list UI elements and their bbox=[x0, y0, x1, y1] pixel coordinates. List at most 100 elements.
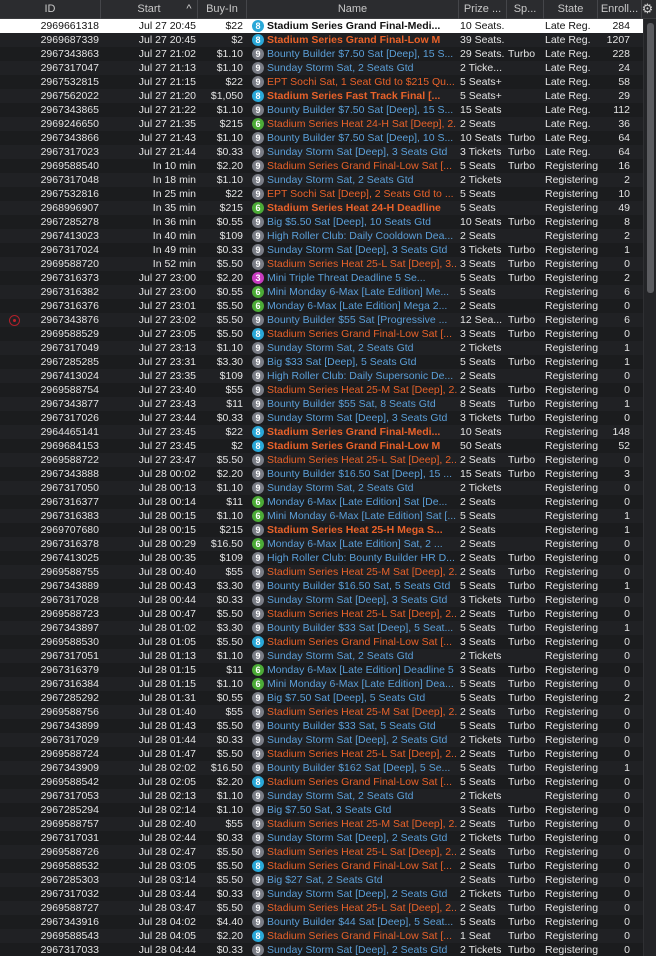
table-row[interactable]: 2967316382 Jul 27 23:00 $0.55 6 Mini Monday … bbox=[0, 285, 643, 299]
table-row[interactable]: 2967343889 Jul 28 00:43 $3.30 9 Bounty Build… bbox=[0, 579, 643, 593]
table-row[interactable]: 2968996907 In 35 min $215 6 Stadium Series H… bbox=[0, 201, 643, 215]
column-header-prize[interactable]: Prize ... bbox=[459, 0, 507, 19]
table-row[interactable]: 2967316377 Jul 28 00:14 $11 6 Monday 6-Max [… bbox=[0, 495, 643, 509]
table-row[interactable]: 2969588757 Jul 28 02:40 $55 9 Stadium Series… bbox=[0, 817, 643, 831]
cell-state: Late Reg. bbox=[545, 20, 591, 32]
table-row[interactable]: 2969588756 Jul 28 01:40 $55 9 Stadium Series… bbox=[0, 705, 643, 719]
table-row[interactable]: 2967317028 Jul 28 00:44 $0.33 9 Sunday Storm… bbox=[0, 593, 643, 607]
table-row[interactable]: 2969588755 Jul 28 00:40 $55 9 Stadium Series… bbox=[0, 565, 643, 579]
table-row[interactable]: 2967317048 In 18 min $1.10 9 Sunday Storm Sa… bbox=[0, 173, 643, 187]
table-row[interactable]: 2967317047 Jul 27 21:13 $1.10 9 Sunday Storm… bbox=[0, 61, 643, 75]
table-row[interactable]: 2967316378 Jul 28 00:29 $16.50 6 Monday 6-Ma… bbox=[0, 537, 643, 551]
table-row[interactable]: 2967343899 Jul 28 01:43 $5.50 9 Bounty Build… bbox=[0, 719, 643, 733]
table-row[interactable]: 2967316383 Jul 28 00:15 $1.10 6 Mini Monday … bbox=[0, 509, 643, 523]
table-row[interactable]: 2969588720 In 52 min $5.50 9 Stadium Series … bbox=[0, 257, 643, 271]
table-row[interactable]: 2967317033 Jul 28 04:44 $0.33 9 Sunday Storm… bbox=[0, 943, 643, 956]
table-row[interactable]: 2969588530 Jul 28 01:05 $5.50 8 Stadium Seri… bbox=[0, 635, 643, 649]
table-row[interactable]: 2969588754 Jul 27 23:40 $55 9 Stadium Series… bbox=[0, 383, 643, 397]
cell-state: Registering bbox=[545, 258, 598, 270]
table-row[interactable]: 2967317023 Jul 27 21:44 $0.33 9 Sunday Storm… bbox=[0, 145, 643, 159]
table-row[interactable]: 2967317026 Jul 27 23:44 $0.33 9 Sunday Storm… bbox=[0, 411, 643, 425]
cell-state: Registering bbox=[545, 482, 598, 494]
cell-state: Registering bbox=[545, 846, 598, 858]
table-row[interactable]: 2964465141 Jul 27 23:45 $22 8 Stadium Series… bbox=[0, 425, 643, 439]
tournament-name: Bounty Builder $16.50 Sat [Deep], 15 ... bbox=[267, 468, 453, 480]
table-row[interactable]: 2967343876 Jul 27 23:02 $5.50 9 Bounty Build… bbox=[0, 313, 643, 327]
table-row[interactable]: 2969684153 Jul 27 23:45 $2 8 Stadium Series … bbox=[0, 439, 643, 453]
cell-prize: 3 Seats bbox=[460, 328, 496, 340]
table-row[interactable]: 2967285294 Jul 28 02:14 $1.10 9 Big $7.50 Sa… bbox=[0, 803, 643, 817]
table-row[interactable]: 2967317053 Jul 28 02:13 $1.10 9 Sunday Storm… bbox=[0, 789, 643, 803]
table-row[interactable]: 2967343909 Jul 28 02:02 $16.50 9 Bounty Buil… bbox=[0, 761, 643, 775]
scrollbar-thumb[interactable] bbox=[647, 23, 654, 293]
table-row[interactable]: 2967413024 Jul 27 23:35 $109 9 High Roller C… bbox=[0, 369, 643, 383]
cell-prize: 2 Seats bbox=[460, 230, 496, 242]
table-row[interactable]: 2967343866 Jul 27 21:43 $1.10 9 Bounty Build… bbox=[0, 131, 643, 145]
table-row[interactable]: 2969588723 Jul 28 00:47 $5.50 9 Stadium Seri… bbox=[0, 607, 643, 621]
table-row[interactable]: 2967413023 In 40 min $109 9 High Roller Club… bbox=[0, 229, 643, 243]
table-row[interactable]: 2967317029 Jul 28 01:44 $0.33 9 Sunday Storm… bbox=[0, 733, 643, 747]
cell-start: Jul 27 23:43 bbox=[138, 398, 196, 410]
table-row[interactable]: 2967316379 Jul 28 01:15 $11 6 Monday 6-Max [… bbox=[0, 663, 643, 677]
table-row[interactable]: 2967285278 In 36 min $0.55 9 Big $5.50 Sat [… bbox=[0, 215, 643, 229]
cell-id: 2967316383 bbox=[40, 510, 99, 522]
cell-state: Registering bbox=[545, 916, 598, 928]
table-row[interactable]: 2967316384 Jul 28 01:15 $1.10 6 Mini Monday … bbox=[0, 677, 643, 691]
table-row[interactable]: 2967316373 Jul 27 23:00 $2.20 3 Mini Triple … bbox=[0, 271, 643, 285]
table-row[interactable]: 2967343916 Jul 28 04:02 $4.40 9 Bounty Build… bbox=[0, 915, 643, 929]
column-header-name[interactable]: Name bbox=[247, 0, 459, 19]
table-row[interactable]: 2969661318 Jul 27 20:45 $22 8 Stadium Series… bbox=[0, 19, 643, 33]
table-row[interactable]: 2967285303 Jul 28 03:14 $5.50 9 Big $27 Sat,… bbox=[0, 873, 643, 887]
table-row[interactable]: 2967343863 Jul 27 21:02 $1.10 9 Bounty Build… bbox=[0, 47, 643, 61]
table-row[interactable]: 2967317049 Jul 27 23:13 $1.10 9 Sunday Storm… bbox=[0, 341, 643, 355]
table-row[interactable]: 2967317050 Jul 28 00:13 $1.10 9 Sunday Storm… bbox=[0, 481, 643, 495]
table-row[interactable]: 2967285285 Jul 27 23:31 $3.30 9 Big $33 Sat … bbox=[0, 355, 643, 369]
table-row[interactable]: 2969588722 Jul 27 23:47 $5.50 9 Stadium Seri… bbox=[0, 453, 643, 467]
table-row[interactable]: 2969246650 Jul 27 21:35 $215 6 Stadium Serie… bbox=[0, 117, 643, 131]
table-row[interactable]: 2969588529 Jul 27 23:05 $5.50 8 Stadium Seri… bbox=[0, 327, 643, 341]
table-row[interactable]: 2967285292 Jul 28 01:31 $0.55 9 Big $7.50 Sa… bbox=[0, 691, 643, 705]
table-row[interactable]: 2967343897 Jul 28 01:02 $3.30 9 Bounty Build… bbox=[0, 621, 643, 635]
table-row[interactable]: 2967317031 Jul 28 02:44 $0.33 9 Sunday Storm… bbox=[0, 831, 643, 845]
table-row[interactable]: 2967413025 Jul 28 00:35 $109 9 High Roller C… bbox=[0, 551, 643, 565]
cell-enroll: 36 bbox=[618, 118, 630, 130]
tournament-lobby-list: ID Start ^ Buy-In Name Prize ... Sp... S… bbox=[0, 0, 656, 956]
table-row[interactable]: 2967343865 Jul 27 21:22 $1.10 9 Bounty Build… bbox=[0, 103, 643, 117]
table-row[interactable]: 2969588540 In 10 min $2.20 9 Stadium Series … bbox=[0, 159, 643, 173]
table-row[interactable]: 2967317051 Jul 28 01:13 $1.10 9 Sunday Storm… bbox=[0, 649, 643, 663]
table-row[interactable]: 2969588727 Jul 28 03:47 $5.50 9 Stadium Seri… bbox=[0, 901, 643, 915]
vertical-scrollbar[interactable] bbox=[643, 19, 656, 956]
table-row[interactable]: 2969588532 Jul 28 03:05 $5.50 8 Stadium Seri… bbox=[0, 859, 643, 873]
cell-buyin: $11 bbox=[226, 398, 243, 410]
cell-prize: 2 Tickets bbox=[460, 734, 502, 746]
table-row[interactable]: 2967317032 Jul 28 03:44 $0.33 9 Sunday Storm… bbox=[0, 887, 643, 901]
table-row[interactable]: 2967317024 In 49 min $0.33 9 Sunday Storm Sa… bbox=[0, 243, 643, 257]
tournament-name: EPT Sochi Sat, 1 Seat Gtd to $215 Qu... bbox=[267, 76, 455, 88]
table-row[interactable]: 2969707680 Jul 28 00:15 $215 9 Stadium Serie… bbox=[0, 523, 643, 537]
table-row[interactable]: 2967343877 Jul 27 23:43 $11 9 Bounty Builder… bbox=[0, 397, 643, 411]
table-row[interactable]: 2969687339 Jul 27 20:45 $2 8 Stadium Series … bbox=[0, 33, 643, 47]
tournament-name-cell: 9 Bounty Builder $44 Sat [Deep], 5 Seat..… bbox=[247, 915, 457, 929]
table-row[interactable]: 2969588724 Jul 28 01:47 $5.50 9 Stadium Seri… bbox=[0, 747, 643, 761]
table-row[interactable]: 2969588726 Jul 28 02:47 $5.50 9 Stadium Seri… bbox=[0, 845, 643, 859]
column-header-id[interactable]: ID bbox=[0, 0, 101, 19]
table-row[interactable]: 2967343888 Jul 28 00:02 $2.20 9 Bounty Build… bbox=[0, 467, 643, 481]
game-type-badge-icon: 6 bbox=[252, 286, 264, 298]
column-header-buyin[interactable]: Buy-In bbox=[198, 0, 247, 19]
table-row[interactable]: 2967532815 Jul 27 21:15 $22 9 EPT Sochi Sat,… bbox=[0, 75, 643, 89]
table-row[interactable]: 2969588543 Jul 28 04:05 $2.20 8 Stadium Seri… bbox=[0, 929, 643, 943]
column-header-enrolled[interactable]: Enroll... bbox=[598, 0, 642, 19]
tournament-name: Bounty Builder $55 Sat, 8 Seats Gtd bbox=[267, 398, 436, 410]
table-row[interactable]: 2969588542 Jul 28 02:05 $2.20 8 Stadium Seri… bbox=[0, 775, 643, 789]
column-header-state[interactable]: State bbox=[544, 0, 598, 19]
table-row[interactable]: 2967316376 Jul 27 23:01 $5.50 6 Monday 6-Max… bbox=[0, 299, 643, 313]
column-header-speed[interactable]: Sp... bbox=[507, 0, 544, 19]
tournament-name-cell: 9 Bounty Builder $7.50 Sat [Deep], 15 S..… bbox=[247, 47, 457, 61]
table-row[interactable]: 2967562022 Jul 27 21:20 $1,050 8 Stadium Ser… bbox=[0, 89, 643, 103]
cell-speed bbox=[507, 187, 543, 201]
cell-start: Jul 28 00:15 bbox=[138, 510, 196, 522]
table-row[interactable]: 2967532816 In 25 min $22 9 EPT Sochi Sat [De… bbox=[0, 187, 643, 201]
cell-enroll: 0 bbox=[624, 384, 630, 396]
cell-state: Registering bbox=[545, 888, 598, 900]
gear-icon[interactable]: ⚙ bbox=[640, 1, 655, 17]
